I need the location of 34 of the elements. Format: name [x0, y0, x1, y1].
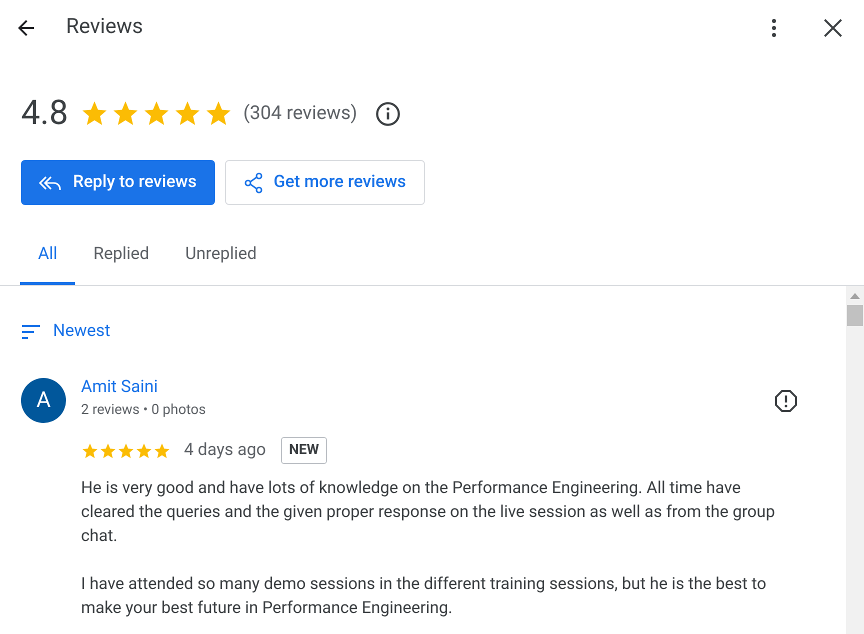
- review-text: He is very good and have lots of knowledge on the Performance Engineering. All time have cleared the queries and the given proper response on the live session as well as from the group chat.: [81, 478, 776, 548]
- star-icon: [80, 99, 110, 128]
- star-icon: [135, 442, 153, 460]
- scrollbar[interactable]: [846, 286, 864, 634]
- star-icon: [173, 99, 202, 128]
- filter-tab[interactable]: Replied: [75, 227, 168, 285]
- filter-tab[interactable]: All: [20, 227, 76, 285]
- reviewer-meta: 2 reviews • 0 photos: [81, 401, 207, 420]
- report-icon[interactable]: [774, 388, 798, 412]
- star-icon: [99, 442, 117, 460]
- get-more-reviews-button[interactable]: Get more reviews: [224, 160, 425, 205]
- filter-tab[interactable]: Unreplied: [167, 227, 275, 285]
- reply-button[interactable]: Reply to reviews: [21, 160, 215, 205]
- share-icon: [244, 172, 264, 194]
- window-title: Reviews: [66, 14, 143, 41]
- new-badge: NEW: [281, 437, 328, 464]
- reviewer-name[interactable]: Amit Saini: [81, 374, 774, 400]
- rating-value: 4.8: [21, 92, 68, 135]
- star-icon: [142, 99, 172, 128]
- close-icon[interactable]: [822, 16, 844, 38]
- star-icon: [204, 99, 234, 128]
- star-icon: [153, 442, 171, 460]
- reply-all-icon: [39, 174, 61, 192]
- sort-icon: [21, 324, 41, 339]
- review-count: (304 reviews): [243, 100, 358, 126]
- sort-button[interactable]: Newest: [21, 319, 110, 344]
- review-text: I have attended so many demo sessions in the different training sessions, but he is the best to make your best future in Performance Engineering.: [81, 574, 768, 620]
- star-icon: [117, 442, 135, 460]
- scroll-thumb[interactable]: [847, 305, 863, 326]
- avatar: A: [21, 378, 66, 422]
- info-icon[interactable]: [375, 100, 402, 126]
- star-icon: [111, 99, 140, 128]
- review-time: 4 days ago: [184, 438, 266, 462]
- star-icon: [81, 442, 99, 460]
